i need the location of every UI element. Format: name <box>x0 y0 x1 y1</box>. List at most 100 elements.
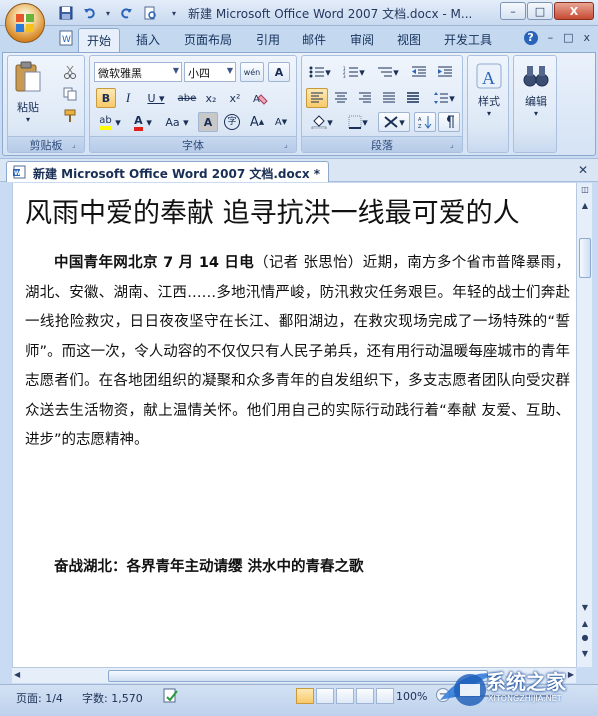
clear-format-icon[interactable]: A <box>250 88 272 108</box>
decrease-indent-icon[interactable] <box>408 62 430 82</box>
format-painter-icon[interactable] <box>60 106 80 126</box>
char-shading-button[interactable]: A <box>198 112 218 132</box>
font-group: 微软雅黑 ▼ 小四 ▼ wén A B I U ▾ abe x₂ x² A ab… <box>89 55 297 153</box>
italic-button[interactable]: I <box>118 88 138 108</box>
document-tab[interactable]: W 新建 Microsoft Office Word 2007 文档.docx … <box>6 161 330 182</box>
paste-label: 粘贴 <box>17 101 39 114</box>
tab-mailings[interactable]: 邮件 <box>302 31 326 48</box>
zoom-level[interactable]: 100% <box>396 690 427 703</box>
tab-view[interactable]: 视图 <box>397 31 421 48</box>
save-icon[interactable] <box>56 4 76 22</box>
increase-indent-icon[interactable] <box>434 62 456 82</box>
outline-view-button[interactable] <box>356 688 374 704</box>
underline-button[interactable]: U ▾ <box>142 88 170 108</box>
chevron-down-icon[interactable]: ▾ <box>104 4 112 22</box>
tab-references[interactable]: 引用 <box>256 31 280 48</box>
office-button[interactable] <box>5 3 45 43</box>
document-tab-label: 新建 Microsoft Office Word 2007 文档.docx * <box>33 167 321 181</box>
borders-icon[interactable]: ▾ <box>342 112 374 132</box>
cut-icon[interactable] <box>60 62 80 82</box>
maximize-button[interactable]: □ <box>527 2 553 20</box>
word-count[interactable]: 字数: 1,570 <box>82 690 143 706</box>
numbering-icon[interactable]: 1 2 3 ▾ <box>338 62 370 82</box>
scroll-down-icon[interactable]: ▼ <box>579 603 591 617</box>
distributed-icon[interactable] <box>402 88 424 108</box>
dialog-launcher-icon[interactable]: ⌟ <box>284 140 294 150</box>
customize-toolbar-icon[interactable]: ▾ <box>164 4 184 22</box>
previous-page-icon[interactable]: ▲ <box>579 619 591 633</box>
doc-close-button[interactable]: x <box>583 31 590 45</box>
dialog-launcher-icon[interactable]: ⌟ <box>450 140 460 150</box>
tab-home[interactable]: 开始 <box>78 28 121 52</box>
tab-insert[interactable]: 插入 <box>136 31 160 48</box>
redo-icon[interactable] <box>116 4 136 22</box>
dialog-launcher-icon[interactable]: ⌟ <box>72 140 82 150</box>
show-marks-icon[interactable] <box>438 112 460 132</box>
phonetic-guide-button[interactable]: wén <box>240 62 264 82</box>
doc-restore-button[interactable]: □ <box>563 31 573 45</box>
svg-text:3: 3 <box>343 74 346 78</box>
right-frame-edge <box>592 183 598 667</box>
ruler-toggle-icon[interactable]: ◫ <box>579 185 591 199</box>
char-border-top-button[interactable]: A <box>268 62 290 82</box>
enclose-char-button[interactable]: 字 <box>222 112 242 132</box>
font-group-label: 字体 <box>90 136 296 152</box>
help-icon[interactable]: ? <box>523 31 538 45</box>
close-icon[interactable]: ✕ <box>578 163 588 177</box>
styles-group: A 样式 ▾ <box>467 55 509 153</box>
font-size-combo[interactable]: 小四 ▼ <box>184 62 236 82</box>
svg-text:Z: Z <box>418 124 422 129</box>
document-page[interactable]: 风雨中爱的奉献 追寻抗洪一线最可爱的人 中国青年网北京 7 月 14 日电（记者… <box>12 183 576 667</box>
proofing-icon[interactable] <box>162 688 180 707</box>
font-color-button[interactable]: A ▾ <box>128 112 158 132</box>
scroll-up-icon[interactable]: ▲ <box>579 201 591 215</box>
strikethrough-button[interactable]: abe <box>176 88 198 108</box>
editing-button[interactable]: 编辑 ▾ <box>516 62 556 118</box>
justify-icon[interactable] <box>378 88 400 108</box>
tab-page-layout[interactable]: 页面布局 <box>184 31 232 48</box>
grow-font-button[interactable]: A ▲ <box>246 112 268 132</box>
doc-minimize-button[interactable]: – <box>548 31 554 45</box>
close-button[interactable]: X <box>554 2 594 20</box>
font-name-value: 微软雅黑 <box>98 67 142 80</box>
scroll-left-icon[interactable]: ◀ <box>14 670 20 679</box>
highlight-button[interactable]: ab ▾ <box>94 112 126 132</box>
word-doc-icon: W <box>58 30 74 49</box>
line-spacing-icon[interactable]: ▾ <box>428 88 460 108</box>
superscript-button[interactable]: x² <box>224 88 246 108</box>
shrink-font-button[interactable]: A ▼ <box>270 112 292 132</box>
browse-object-icon[interactable]: ● <box>579 633 591 647</box>
document-tab-bar: W 新建 Microsoft Office Word 2007 文档.docx … <box>0 158 598 182</box>
vertical-scrollbar[interactable]: ◫ ▲ ▼ ▲ ● ▼ <box>576 183 592 667</box>
full-screen-reading-view-button[interactable] <box>316 688 334 704</box>
paragraph-body: （记者 张思怡）近期，南方多个省市普降暴雨，湖北、安徽、湖南、江西……多地汛情严… <box>25 255 570 448</box>
align-left-icon[interactable] <box>306 88 328 108</box>
print-preview-icon[interactable] <box>140 4 160 22</box>
font-name-combo[interactable]: 微软雅黑 ▼ <box>94 62 182 82</box>
sort-icon[interactable]: AZ <box>414 112 436 132</box>
print-layout-view-button[interactable] <box>296 688 314 704</box>
paste-button[interactable]: 粘贴 ▾ <box>12 60 44 124</box>
styles-button[interactable]: A 样式 ▾ <box>470 62 508 118</box>
tab-developer[interactable]: 开发工具 <box>444 31 492 48</box>
window-controls: – □ X <box>500 2 594 20</box>
subscript-button[interactable]: x₂ <box>200 88 222 108</box>
minimize-button[interactable]: – <box>500 2 526 20</box>
shading-icon[interactable]: ▾ <box>306 112 338 132</box>
chinese-layout-icon[interactable]: ▾ <box>378 112 410 132</box>
svg-text:A: A <box>482 68 495 88</box>
tab-review[interactable]: 审阅 <box>350 31 374 48</box>
multilevel-list-icon[interactable]: ▾ <box>372 62 404 82</box>
copy-icon[interactable] <box>60 84 80 104</box>
align-center-icon[interactable] <box>330 88 352 108</box>
undo-icon[interactable] <box>80 4 100 22</box>
binoculars-icon <box>523 66 549 87</box>
bold-button[interactable]: B <box>96 88 116 108</box>
page-count[interactable]: 页面: 1/4 <box>16 690 63 706</box>
change-case-button[interactable]: Aa ▾ <box>162 112 192 132</box>
align-right-icon[interactable] <box>354 88 376 108</box>
web-layout-view-button[interactable] <box>336 688 354 704</box>
draft-view-button[interactable] <box>376 688 394 704</box>
bullets-icon[interactable]: ▾ <box>304 62 336 82</box>
vertical-scroll-thumb[interactable] <box>579 238 591 278</box>
